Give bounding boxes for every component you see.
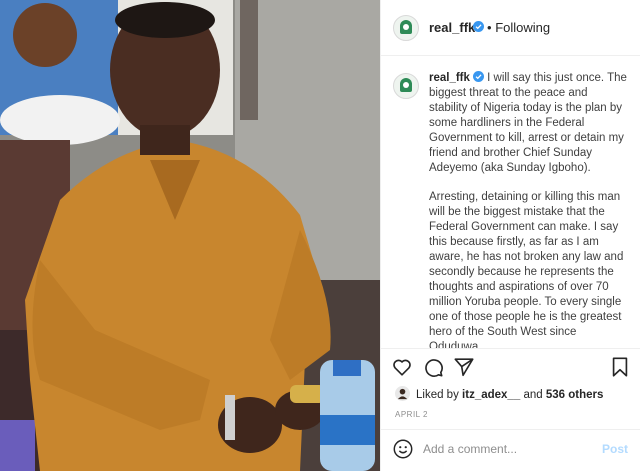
liker-avatar[interactable] [395,386,410,401]
likes-prefix: Liked by [416,389,459,401]
avatar-face [403,24,409,30]
caption-author-avatar[interactable] [393,73,419,99]
likes-others-link[interactable]: 536 others [546,389,604,401]
author-avatar[interactable] [393,15,419,41]
caption-paragraph-2: Arresting, detaining or killing this man… [429,191,624,348]
liker-username[interactable]: itz_adex__ [462,389,520,401]
instagram-post: real_ffk • Following real_ffk I will say… [0,0,640,471]
post-date[interactable]: APRIL 2 [395,410,428,419]
post-header: real_ffk • Following [381,0,640,56]
caption-section: real_ffk I will say this just once. The … [381,56,640,348]
comment-input[interactable] [423,439,583,459]
man-in-orange-attire-image [0,0,380,471]
paper-plane-icon[interactable] [453,356,475,378]
post-comment-button[interactable]: Post [602,442,628,456]
bookmark-icon[interactable] [609,356,631,378]
follow-status[interactable]: • Following [487,20,550,35]
verified-badge-icon [472,71,484,82]
caption-username[interactable]: real_ffk [429,72,470,84]
verified-badge-icon [473,21,484,32]
author-username[interactable]: real_ffk [429,20,475,35]
caption-paragraph-1: real_ffk I will say this just once. The … [429,71,629,176]
likes-joiner: and [523,389,543,401]
heart-icon[interactable] [391,356,413,378]
separator-dot: • [487,20,492,35]
add-comment-bar: Post [381,429,640,471]
avatar-face [403,82,409,88]
post-photo[interactable] [0,0,380,471]
caption-paragraph-1-text: I will say this just once. The biggest t… [429,72,627,174]
post-side-panel: real_ffk • Following real_ffk I will say… [380,0,640,471]
following-label: Following [495,20,551,35]
likes-summary: Liked by itz_adex__ and 536 others [395,386,603,404]
smiley-icon[interactable] [392,438,414,460]
comment-icon[interactable] [422,356,444,378]
caption-text: real_ffk I will say this just once. The … [429,71,629,348]
